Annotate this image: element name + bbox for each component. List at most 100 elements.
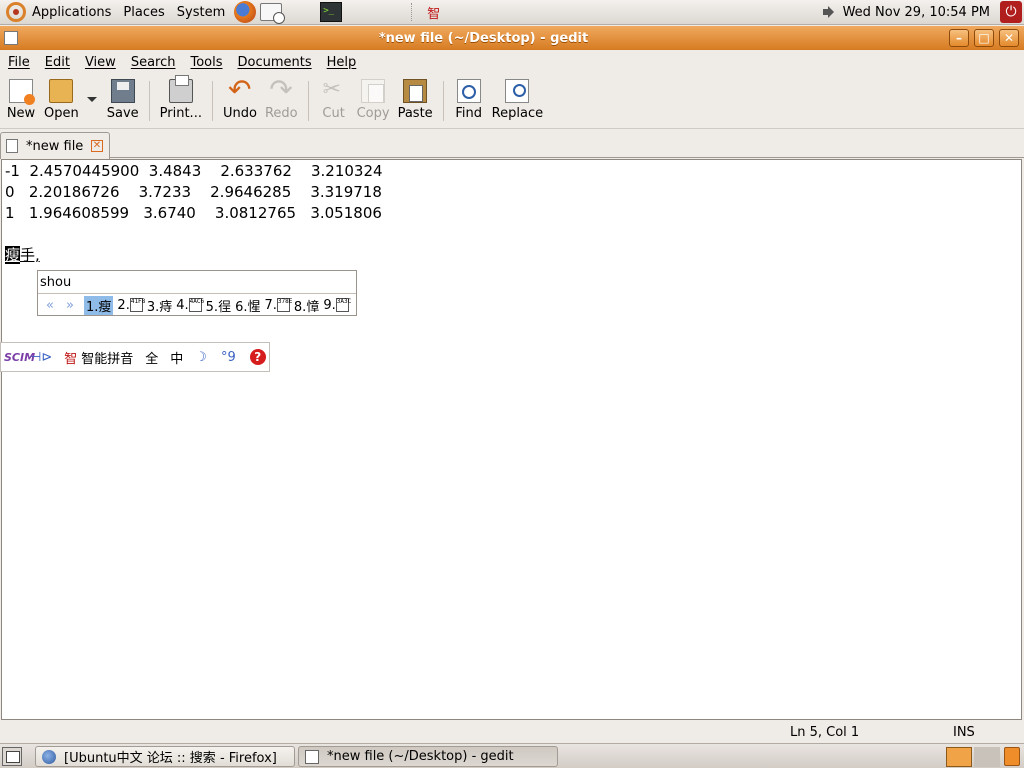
candidate-item[interactable]: 6.惺 (235, 296, 260, 315)
language-toggle[interactable]: 中 (170, 348, 183, 367)
power-button[interactable]: ⏻ (1000, 1, 1022, 23)
tab-new-file[interactable]: *new file ✕ (0, 132, 110, 159)
window-titlebar[interactable]: *new file (~/Desktop) - gedit – □ ✕ (0, 26, 1024, 50)
ubuntu-logo-icon (6, 2, 26, 22)
taskbar-item-gedit[interactable]: *new file (~/Desktop) - gedit (298, 746, 558, 767)
open-recent-dropdown-icon[interactable] (86, 97, 97, 102)
close-button[interactable]: ✕ (999, 29, 1019, 47)
toolbar-separator (442, 81, 444, 121)
candidate-pinyin: shou (40, 275, 72, 290)
workspace-2-button[interactable] (974, 747, 1000, 767)
mail-icon (260, 3, 286, 24)
replace-button[interactable]: Replace (488, 75, 547, 121)
editor-line: 0 2.20186726 3.7233 2.9646285 3.319718 (5, 183, 382, 201)
candidate-text: 徎 (218, 299, 232, 315)
scim-logo-icon[interactable]: SCIM (4, 352, 35, 363)
terminal-icon: >_ (320, 2, 343, 22)
smart-pinyin-icon: 智 (64, 351, 78, 367)
candidate-item[interactable]: 3.痔 (147, 296, 172, 315)
tab-close-icon[interactable]: ✕ (91, 140, 103, 152)
menubar: File Edit View Search Tools Documents He… (0, 50, 1024, 74)
paste-button[interactable]: Paste (394, 75, 437, 121)
replace-button-label: Replace (491, 106, 544, 121)
printer-icon (168, 75, 193, 103)
clock[interactable]: Wed Nov 29, 10:54 PM (843, 5, 990, 20)
pin-icon[interactable]: ⊣⊳ (30, 350, 52, 365)
quote-icon[interactable]: °9 (221, 350, 236, 365)
minimize-button[interactable]: – (949, 29, 969, 47)
maximize-button[interactable]: □ (974, 29, 994, 47)
menu-view[interactable]: View (81, 55, 120, 70)
trash-icon[interactable] (1004, 747, 1020, 766)
cut-button[interactable]: Cut (315, 75, 353, 121)
input-method-button[interactable]: 智智能拼音 (64, 348, 133, 367)
find-button[interactable]: Find (450, 75, 488, 121)
close-icon: ✕ (1003, 31, 1015, 45)
candidate-list: « » 1.瘦 2.41F8 3.痔 4.4AC6 5.徎 6.惺 7.378E… (40, 295, 353, 315)
candidate-index: 5. (205, 299, 219, 315)
gedit-window-icon[interactable] (4, 31, 18, 45)
statusbar: Ln 5, Col 1 INS (0, 721, 1024, 743)
volume-icon[interactable] (822, 6, 837, 18)
text-editor[interactable]: -1 2.4570445900 3.4843 2.633762 3.210324… (1, 159, 1022, 720)
candidate-item[interactable]: 4.4AC6 (176, 297, 204, 313)
candidate-index: 8. (293, 299, 307, 315)
menu-file[interactable]: File (4, 55, 34, 70)
candidate-prev-page-icon[interactable]: « (40, 298, 60, 313)
terminal-launcher[interactable]: >_ (319, 1, 343, 23)
taskbar-item-label: *new file (~/Desktop) - gedit (327, 749, 514, 764)
new-document-icon (9, 79, 35, 105)
places-menu[interactable]: Places (117, 0, 170, 25)
document-icon (6, 139, 18, 153)
toolbar-separator (211, 81, 213, 121)
candidate-item[interactable]: 1.瘦 (84, 295, 114, 315)
full-width-toggle[interactable]: 全 (145, 348, 158, 367)
save-button[interactable]: Save (103, 75, 143, 121)
copy-button[interactable]: Copy (353, 75, 394, 121)
candidate-text: 慞 (306, 299, 320, 315)
candidate-glyph: 41F8 (129, 298, 145, 312)
applications-menu[interactable]: Applications (0, 0, 117, 25)
print-button[interactable]: Print... (156, 75, 206, 121)
ime-indicator[interactable]: 智 (427, 3, 440, 22)
ime-preedit: 瘦手, (5, 244, 40, 265)
moon-icon[interactable]: ☽ (195, 350, 207, 365)
menu-edit[interactable]: Edit (41, 55, 74, 70)
system-menu[interactable]: System (171, 0, 231, 25)
taskbar-item-firefox[interactable]: [Ubuntu中文 论坛 :: 搜索 - Firefox] (35, 746, 295, 767)
menu-search[interactable]: Search (127, 55, 180, 70)
copy-button-label: Copy (356, 106, 390, 121)
workspace-1-button[interactable] (946, 747, 972, 767)
menu-tools[interactable]: Tools (186, 55, 226, 70)
editor-line: -1 2.4570445900 3.4843 2.633762 3.210324 (5, 162, 383, 180)
preedit-selected: 瘦 (5, 246, 21, 264)
mail-launcher[interactable] (259, 1, 286, 24)
candidate-item[interactable]: 9.3A3C (323, 298, 351, 313)
undo-button[interactable]: Undo (219, 73, 261, 121)
candidate-index: 4. (176, 297, 189, 313)
open-button[interactable]: Open (40, 75, 83, 121)
show-desktop-button[interactable] (2, 747, 22, 766)
candidate-next-page-icon[interactable]: » (60, 298, 80, 313)
menu-documents[interactable]: Documents (234, 55, 316, 70)
menu-help[interactable]: Help (323, 55, 361, 70)
editor-line: 1 1.964608599 3.6740 3.0812765 3.051806 (5, 204, 382, 222)
candidate-item[interactable]: 2.41F8 (117, 298, 145, 313)
firefox-launcher[interactable] (233, 1, 257, 23)
paste-button-label: Paste (397, 106, 433, 121)
firefox-globe-icon (42, 749, 56, 764)
candidate-item[interactable]: 8.慞 (294, 296, 319, 315)
document-tabbar: *new file ✕ (0, 130, 1024, 159)
preedit-rest: 手, (20, 246, 40, 264)
places-menu-label: Places (123, 4, 165, 20)
print-button-label: Print... (159, 106, 202, 121)
system-menu-label: System (176, 4, 226, 20)
open-folder-icon (49, 79, 74, 103)
ime-candidate-window: shou « » 1.瘦 2.41F8 3.痔 4.4AC6 5.徎 6.惺 7… (37, 270, 357, 316)
candidate-item[interactable]: 7.378E (265, 298, 293, 313)
candidate-glyph: 378E (276, 298, 292, 312)
new-button[interactable]: New (2, 75, 40, 121)
candidate-item[interactable]: 5.徎 (206, 296, 231, 315)
help-icon[interactable]: ? (249, 349, 266, 365)
redo-button[interactable]: Redo (261, 73, 302, 121)
